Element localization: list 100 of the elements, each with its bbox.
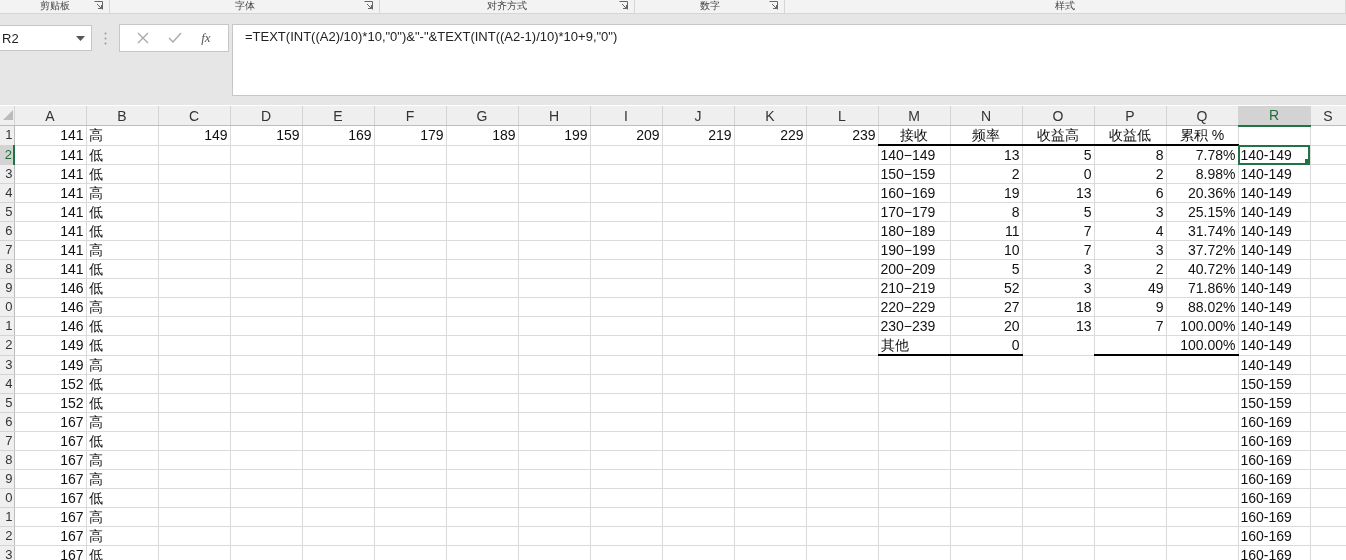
column-header[interactable]: M (878, 106, 950, 126)
table-cell: 低 (86, 164, 158, 184)
table-cell: 141 (14, 125, 86, 145)
table-cell: 167 (14, 507, 86, 526)
check-icon[interactable] (168, 32, 183, 44)
table-cell: 200−209 (878, 259, 950, 279)
table-cell: 49 (1094, 278, 1166, 298)
table-cell: 2 (1094, 259, 1166, 279)
dialog-launcher-icon[interactable] (769, 1, 778, 10)
table-cell: 6 (1094, 183, 1166, 203)
column-header[interactable]: G (446, 106, 518, 126)
table-cell: 52 (950, 278, 1022, 298)
table-cell: 5 (1022, 202, 1094, 222)
table-cell: 25.15% (1166, 202, 1238, 222)
column-header[interactable]: E (302, 106, 374, 126)
table-cell: 低 (86, 259, 158, 279)
table-cell: 31.74% (1166, 221, 1238, 241)
table-cell: 149 (158, 125, 230, 145)
table-cell: 低 (86, 202, 158, 222)
table-cell: 190−199 (878, 240, 950, 260)
table-cell: 收益高 (1022, 125, 1094, 145)
table-cell: 179 (374, 125, 446, 145)
table-cell: 高 (86, 183, 158, 203)
table-cell: 高 (86, 469, 158, 488)
table-cell: 88.02% (1166, 297, 1238, 317)
table-cell: 160-169 (1238, 507, 1310, 526)
ribbon-group-label: 对齐方式 (487, 0, 527, 13)
table-cell: 229 (734, 125, 806, 145)
column-header[interactable]: F (374, 106, 446, 126)
table-cell: 高 (86, 526, 158, 545)
table-cell: 140-149 (1238, 316, 1310, 336)
table-cell: 13 (1022, 183, 1094, 203)
table-cell: 160-169 (1238, 526, 1310, 545)
dialog-launcher-icon[interactable] (619, 1, 628, 10)
table-cell: 接收 (878, 125, 950, 145)
row-header[interactable]: 2 (0, 145, 14, 165)
table-cell: 低 (86, 431, 158, 450)
table-cell: 高 (86, 355, 158, 374)
table-cell: 10 (950, 240, 1022, 260)
selected-cell[interactable]: 140-149 (1238, 145, 1310, 165)
insert-function-button[interactable]: fx (201, 30, 211, 46)
row-header[interactable]: 1 (0, 125, 14, 145)
table-cell: 167 (14, 526, 86, 545)
table-cell: 低 (86, 278, 158, 298)
table-cell: 3 (1094, 202, 1166, 222)
column-header[interactable]: A (14, 106, 86, 126)
table-cell: 160-169 (1238, 545, 1310, 560)
column-header[interactable]: J (662, 106, 734, 126)
dialog-launcher-icon[interactable] (364, 1, 373, 10)
table-cell: 140-149 (1238, 221, 1310, 241)
table-cell: 高 (86, 507, 158, 526)
table-cell: 219 (662, 125, 734, 145)
fill-handle[interactable] (1304, 159, 1309, 164)
table-cell: 167 (14, 545, 86, 560)
table-cell: 100.00% (1166, 316, 1238, 336)
table-cell: 152 (14, 393, 86, 412)
column-header[interactable]: H (518, 106, 590, 126)
row-header[interactable]: 2 (0, 335, 14, 355)
table-cell: 2 (1094, 164, 1166, 184)
table-cell: 160-169 (1238, 431, 1310, 450)
column-header[interactable]: K (734, 106, 806, 126)
table-cell: 199 (518, 125, 590, 145)
table-cell: 140-149 (1238, 259, 1310, 279)
column-header[interactable]: L (806, 106, 878, 126)
table-cell: 累积 % (1166, 125, 1238, 145)
table-cell: 189 (446, 125, 518, 145)
column-header[interactable]: Q (1166, 106, 1238, 126)
table-cell: 收益低 (1094, 125, 1166, 145)
column-header[interactable]: O (1022, 106, 1094, 126)
column-header[interactable]: N (950, 106, 1022, 126)
column-header[interactable]: D (230, 106, 302, 126)
column-header[interactable]: I (590, 106, 662, 126)
table-cell: 141 (14, 259, 86, 279)
table-cell: 140-149 (1238, 355, 1310, 374)
table-cell: 低 (86, 316, 158, 336)
table-cell: 20.36% (1166, 183, 1238, 203)
column-header[interactable]: S (1310, 106, 1346, 126)
column-header[interactable]: P (1094, 106, 1166, 126)
table-cell: 7.78% (1166, 145, 1238, 165)
table-cell: 高 (86, 240, 158, 260)
dialog-launcher-icon[interactable] (94, 1, 103, 10)
table-cell: 7 (1022, 240, 1094, 260)
formula-field[interactable]: =TEXT(INT((A2)/10)*10,"0")&"-"&TEXT(INT((A2-1)/10)*10+9,"0") (232, 24, 1346, 96)
table-cell: 159 (230, 125, 302, 145)
name-box[interactable]: R2 (0, 25, 92, 51)
table-cell: 3 (1094, 240, 1166, 260)
table-cell: 149 (14, 355, 86, 374)
table-cell: 5 (950, 259, 1022, 279)
table-cell: 0 (1022, 164, 1094, 184)
table-cell: 140−149 (878, 145, 950, 165)
column-header[interactable]: R (1238, 106, 1310, 126)
table-cell: 141 (14, 183, 86, 203)
table-cell: 高 (86, 450, 158, 469)
table-cell: 149 (14, 335, 86, 355)
table-cell: 150-159 (1238, 374, 1310, 393)
table-cell: 140-149 (1238, 297, 1310, 317)
column-header[interactable]: C (158, 106, 230, 126)
column-header[interactable]: B (86, 106, 158, 126)
table-cell: 高 (86, 297, 158, 317)
table-cell: 167 (14, 488, 86, 507)
